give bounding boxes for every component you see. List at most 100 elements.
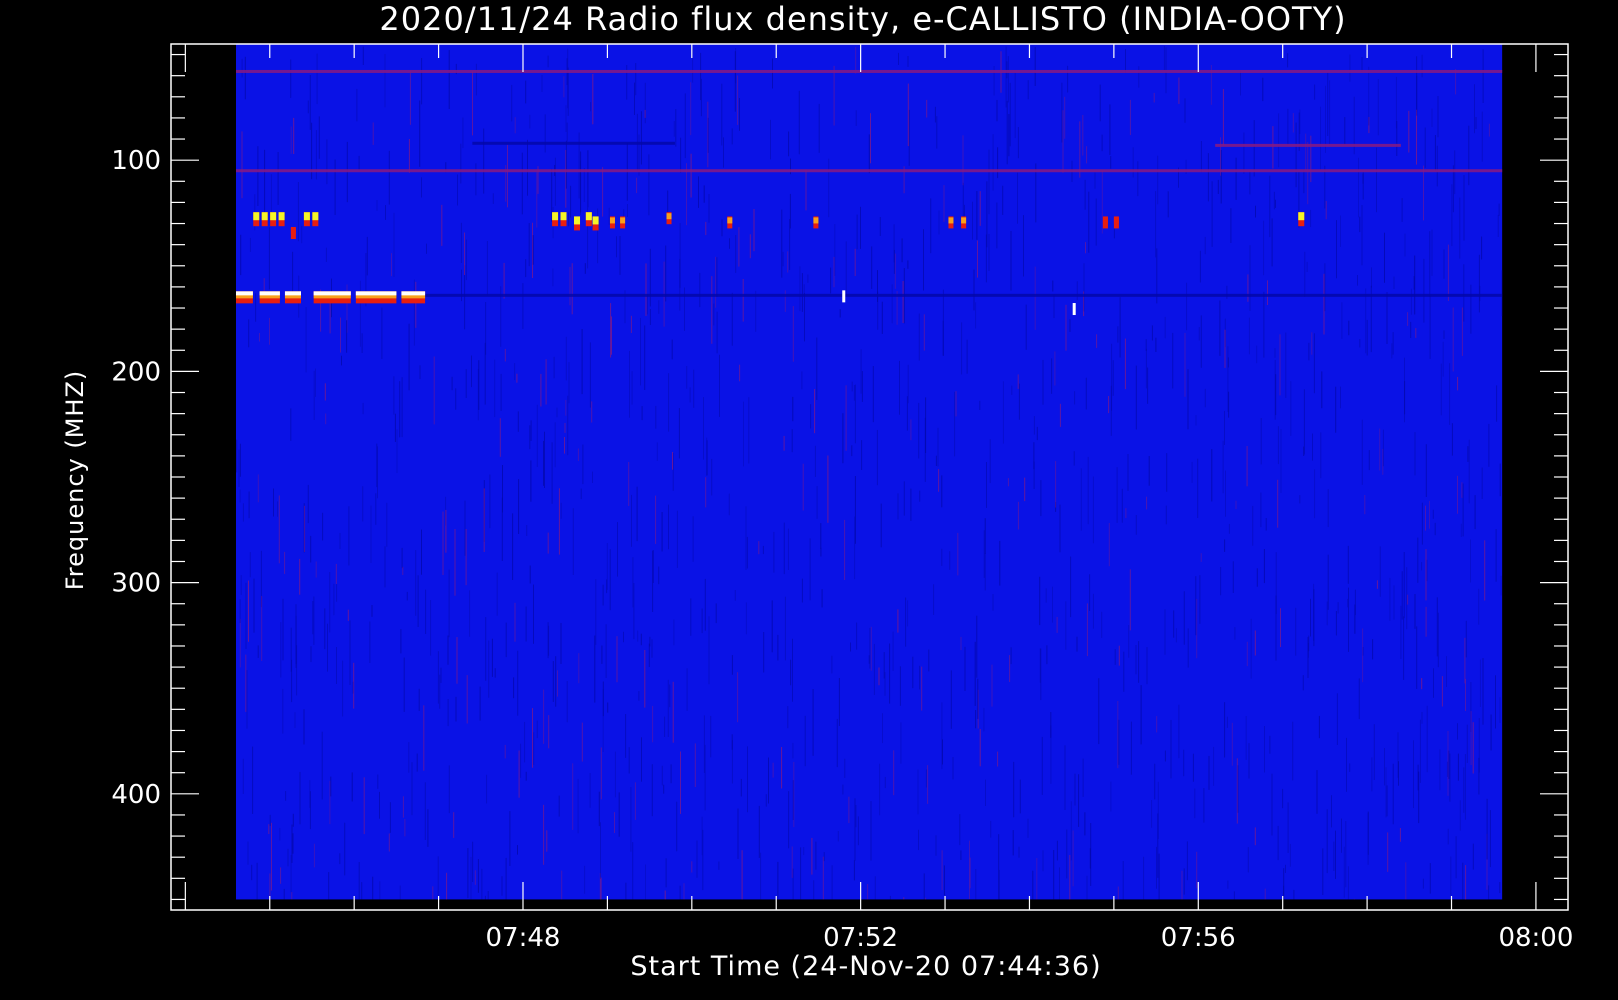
noise-streak [683,883,685,900]
noise-streak [1146,496,1148,510]
noise-streak [955,391,957,417]
noise-streak [290,126,292,154]
noise-streak [251,864,253,881]
noise-streak [1391,343,1393,359]
noise-streak [1033,461,1035,489]
noise-streak [1275,552,1277,615]
noise-streak [672,681,674,743]
noise-streak [853,860,855,881]
noise-streak [409,71,411,125]
burst-core [1102,217,1108,224]
noise-streak [1314,469,1316,519]
burst-core [620,217,626,224]
noise-streak [1112,360,1114,396]
noise-streak [1092,476,1094,544]
noise-streak [1459,800,1461,831]
noise-streak [386,502,388,547]
noise-streak [753,209,755,252]
noise-streak [1246,446,1248,487]
noise-streak [670,764,672,784]
noise-streak [421,529,422,575]
noise-streak [1070,556,1072,618]
noise-streak [295,615,297,664]
noise-streak [448,569,450,638]
noise-streak [329,572,331,633]
noise-streak [985,234,987,283]
noise-streak [419,100,421,167]
noise-streak [1187,369,1189,430]
noise-streak [983,530,985,578]
noise-streak [1482,658,1484,725]
noise-streak [1024,477,1026,502]
noise-streak [437,651,439,704]
noise-streak [1166,453,1168,492]
noise-streak [872,366,874,423]
noise-streak [703,185,705,203]
noise-streak [813,880,815,900]
noise-streak [1070,801,1072,861]
noise-streak [1233,891,1235,900]
noise-streak [339,853,341,865]
noise-streak [1111,343,1113,411]
noise-streak [962,135,964,186]
noise-streak [587,150,589,208]
burst-core [261,212,268,221]
noise-streak [1129,99,1131,135]
noise-streak [1359,216,1361,233]
noise-streak [1151,325,1153,341]
noise-streak [1269,735,1271,754]
noise-streak [739,98,740,131]
chart-title: 2020/11/24 Radio flux density, e-CALLIST… [379,0,1346,38]
noise-streak [430,600,432,656]
noise-streak [710,715,712,758]
noise-streak [1184,98,1186,123]
noise-streak [954,391,956,457]
noise-streak [249,552,251,578]
noise-streak [745,506,747,570]
noise-streak [1178,77,1180,104]
noise-streak [377,774,379,789]
noise-streak [901,238,903,263]
noise-streak [1080,468,1082,531]
noise-streak [716,311,718,354]
noise-streak [893,224,895,263]
noise-streak [1196,851,1198,889]
noise-streak [602,584,604,606]
noise-streak [1064,745,1066,810]
noise-streak [384,53,386,108]
noise-streak [543,440,544,486]
noise-streak [394,413,396,442]
noise-streak [1084,812,1086,836]
noise-streak [1256,345,1258,364]
noise-streak [1303,389,1305,455]
noise-streak [1006,61,1008,79]
noise-streak [679,885,681,900]
noise-streak [830,267,832,294]
noise-streak [297,182,299,242]
noise-streak [1376,580,1378,589]
noise-streak [1423,165,1424,221]
burst-mark [560,212,567,227]
noise-streak [448,765,450,814]
noise-streak [291,892,293,900]
noise-streak [1463,767,1465,813]
noise-streak [629,350,630,418]
noise-streak [1308,342,1310,361]
noise-streak [299,771,301,825]
noise-streak [491,638,493,677]
noise-streak [269,317,270,345]
noise-streak [1372,639,1374,660]
noise-streak [992,134,994,191]
noise-streak [912,656,914,689]
noise-streak [442,511,444,575]
noise-streak [1361,205,1363,266]
noise-streak [969,840,970,899]
noise-streak [504,348,506,362]
noise-streak [879,217,881,236]
noise-streak [1128,625,1130,658]
noise-streak [602,689,604,752]
noise-streak [1333,841,1335,871]
noise-streak [324,608,326,650]
noise-streak [1002,185,1004,215]
interference-band [235,69,1503,73]
